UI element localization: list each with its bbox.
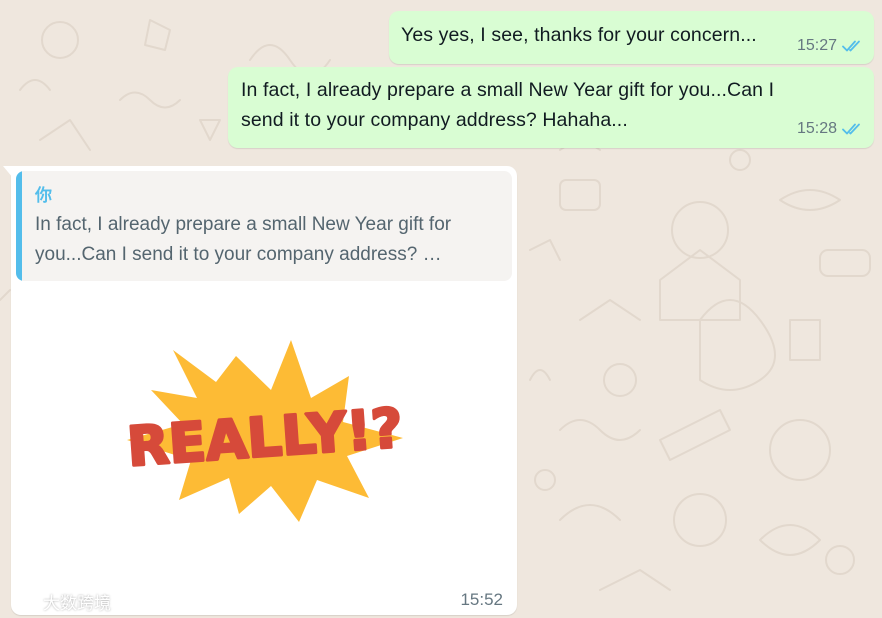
double-check-read-icon bbox=[842, 39, 864, 53]
quote-author: 你 bbox=[35, 186, 52, 206]
message-time: 15:27 bbox=[796, 37, 837, 54]
message-text: Yes yes, I see, thanks for your concern.… bbox=[401, 24, 757, 46]
quoted-message[interactable]: 你 In fact, I already prepare a small New… bbox=[16, 171, 512, 281]
watermark: 大数跨境 bbox=[9, 589, 111, 614]
quote-text: In fact, I already prepare a small New Y… bbox=[35, 214, 452, 265]
really-sticker[interactable]: REALLY!? bbox=[121, 338, 411, 528]
outgoing-message-bubble[interactable]: Yes yes, I see, thanks for your concern.… bbox=[389, 11, 874, 64]
double-check-read-icon bbox=[842, 122, 864, 136]
message-meta: 15:27 bbox=[797, 37, 864, 55]
message-text: In fact, I already prepare a small New Y… bbox=[241, 79, 775, 131]
sticker-text: REALLY!? bbox=[125, 396, 404, 478]
outgoing-message-bubble[interactable]: In fact, I already prepare a small New Y… bbox=[228, 67, 874, 148]
quote-accent-bar bbox=[16, 171, 22, 281]
bubble-tail bbox=[3, 166, 13, 178]
incoming-message-bubble[interactable]: 你 In fact, I already prepare a small New… bbox=[3, 166, 517, 615]
watermark-text: 大数跨境 bbox=[43, 594, 111, 614]
message-time: 15:28 bbox=[796, 120, 837, 137]
message-meta: 15:28 bbox=[797, 120, 864, 138]
message-meta: 15:52 bbox=[460, 590, 503, 610]
message-time: 15:52 bbox=[460, 590, 503, 609]
brand-logo-icon bbox=[11, 594, 37, 611]
